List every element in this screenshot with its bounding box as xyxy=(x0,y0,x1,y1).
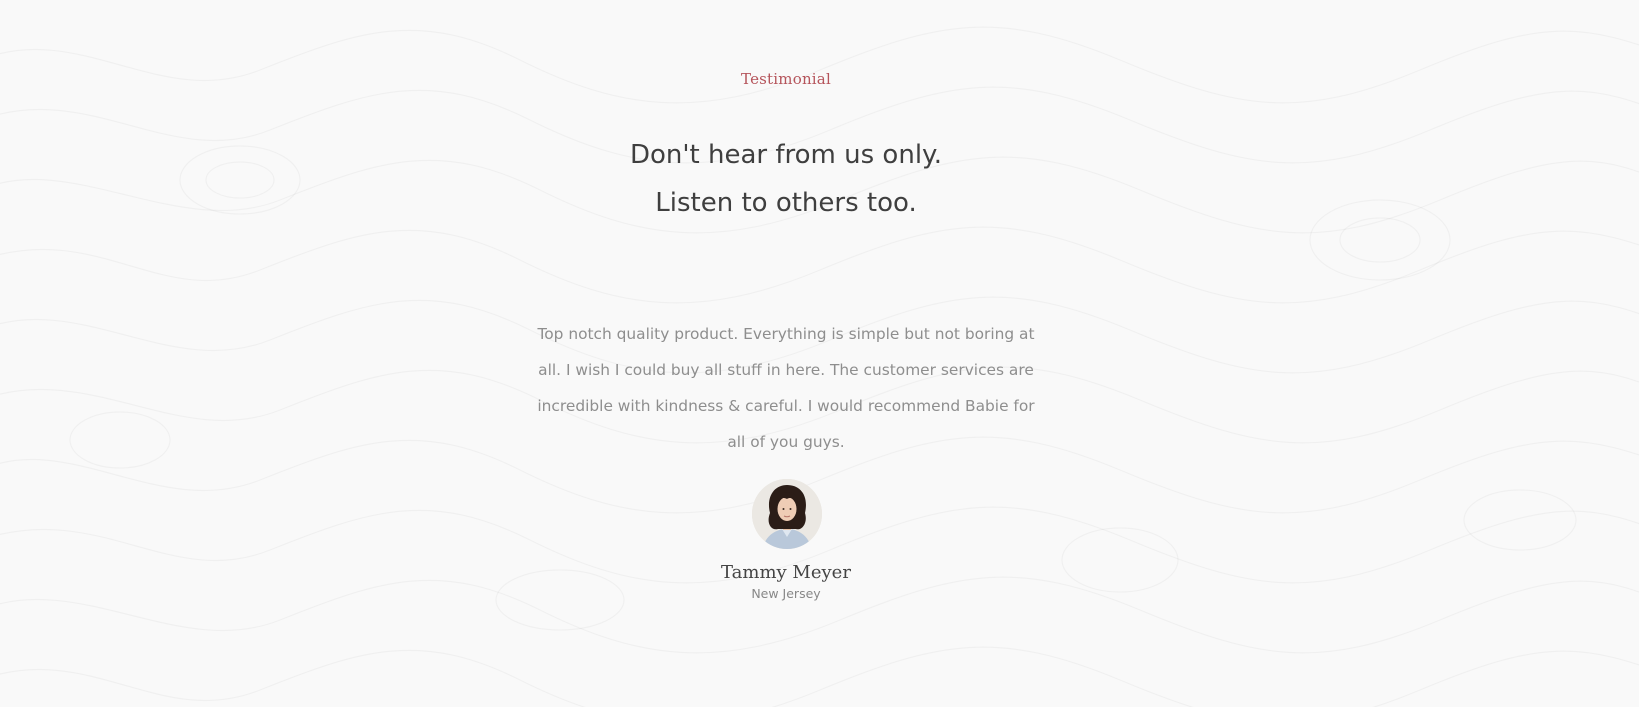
author-name: Tammy Meyer xyxy=(721,562,851,583)
testimonial-quote: Top notch quality product. Everything is… xyxy=(537,325,1035,451)
author-avatar xyxy=(752,479,822,549)
section-eyebrow: Testimonial xyxy=(741,70,831,88)
heading-line-1: Don't hear from us only. xyxy=(630,140,942,170)
heading-line-2: Listen to others too. xyxy=(655,188,917,218)
author-avatar-photo xyxy=(752,479,822,549)
author-location: New Jersey xyxy=(751,586,821,601)
testimonial-section: Testimonial Don't hear from us only. Lis… xyxy=(0,0,1639,707)
section-heading: Don't hear from us only. Listen to other… xyxy=(0,131,1572,227)
